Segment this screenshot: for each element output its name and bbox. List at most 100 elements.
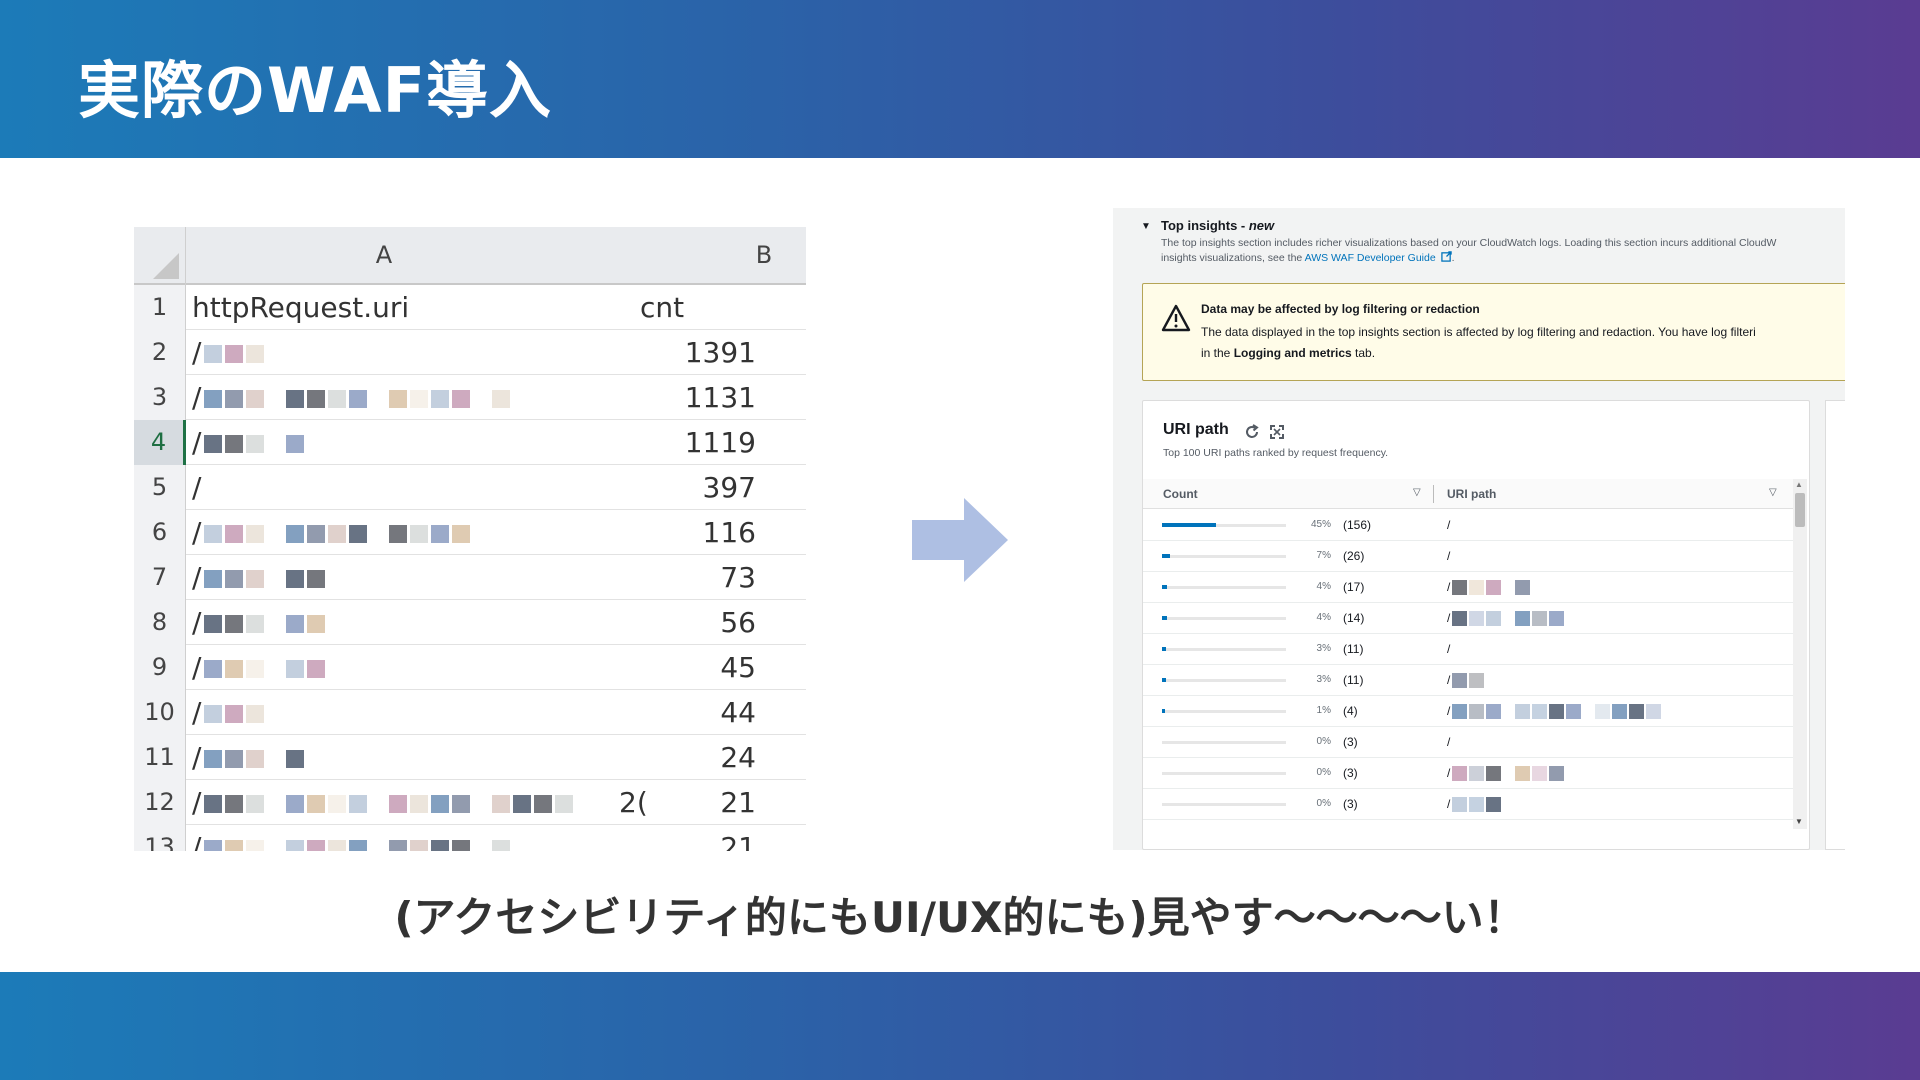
redacted-pixel: [225, 660, 244, 678]
redacted-pixel: [225, 795, 244, 813]
scroll-down-icon[interactable]: ▼: [1795, 817, 1803, 826]
scrollbar-thumb[interactable]: [1795, 493, 1805, 527]
row-number[interactable]: 10: [134, 690, 186, 735]
redacted-pixel: [1612, 704, 1628, 720]
sheet-row[interactable]: 2/ 1391: [134, 330, 806, 375]
uri-table-row[interactable]: 3% (11) /: [1143, 665, 1793, 696]
row-number[interactable]: 4: [134, 420, 186, 465]
uri-table-row[interactable]: 0% (3) /: [1143, 789, 1793, 820]
caret-down-icon[interactable]: ▼: [1141, 221, 1151, 232]
count-cell[interactable]: 56: [634, 600, 766, 645]
row-number[interactable]: 6: [134, 510, 186, 555]
count-cell[interactable]: 24: [634, 735, 766, 780]
count-cell[interactable]: 21: [634, 780, 766, 825]
row-number[interactable]: 7: [134, 555, 186, 600]
redacted-pixel: [513, 795, 532, 813]
sheet-row[interactable]: 10/ 44: [134, 690, 806, 735]
sheet-row[interactable]: 9/ 45: [134, 645, 806, 690]
uri-table-row[interactable]: 0% (3) /: [1143, 727, 1793, 758]
sort-icon[interactable]: ▽: [1769, 487, 1777, 498]
sheet-row[interactable]: 7/ 73: [134, 555, 806, 600]
external-link-icon[interactable]: [1440, 251, 1452, 262]
count-column-header[interactable]: Count: [1163, 487, 1198, 501]
uri-path-cell: /: [1447, 766, 1565, 782]
developer-guide-link[interactable]: AWS WAF Developer Guide: [1305, 252, 1436, 264]
column-header-b[interactable]: B: [744, 241, 784, 269]
sheet-row[interactable]: 4/ 1119: [134, 420, 806, 465]
scroll-up-icon[interactable]: ▲: [1795, 480, 1803, 489]
sort-icon[interactable]: ▽: [1413, 487, 1421, 498]
header-cell-b[interactable]: cnt: [634, 285, 766, 330]
redacted-pixel: [1549, 704, 1565, 720]
sheet-row[interactable]: 12/2(21: [134, 780, 806, 825]
column-header-a[interactable]: A: [334, 241, 434, 269]
sheet-row[interactable]: 11/ 24: [134, 735, 806, 780]
description-line-1: The top insights section includes richer…: [1161, 237, 1777, 249]
sheet-row[interactable]: 13 / 21: [134, 825, 806, 851]
sheet-row[interactable]: 1 httpRequest.uri cnt: [134, 285, 806, 330]
redacted-pixel: [1452, 704, 1468, 720]
redacted-pixel: [246, 795, 265, 813]
count-cell[interactable]: 44: [634, 690, 766, 735]
sheet-row[interactable]: 3/ 1131: [134, 375, 806, 420]
uri-path-cell: /: [1447, 642, 1450, 656]
sheet-row[interactable]: 5/ 397: [134, 465, 806, 510]
redacted-pixel: [246, 570, 265, 588]
redacted-pixel: [1515, 611, 1531, 627]
logging-metrics-tab-ref: Logging and metrics: [1233, 346, 1352, 360]
row-number[interactable]: 5: [134, 465, 186, 510]
count-cell[interactable]: 1131: [634, 375, 766, 420]
cell-text: /: [192, 381, 202, 414]
row-number[interactable]: 3: [134, 375, 186, 420]
expand-icon[interactable]: [1269, 424, 1285, 440]
percent-label: 0%: [1316, 798, 1331, 809]
column-divider[interactable]: [1433, 485, 1434, 503]
redacted-pixel: [431, 840, 450, 851]
redacted-pixel: [225, 705, 244, 723]
uri-table-row[interactable]: 45% (156) /: [1143, 510, 1793, 541]
uri-table-row[interactable]: 0% (3) /: [1143, 758, 1793, 789]
uri-table-header: Count ▽ URI path ▽: [1143, 479, 1793, 509]
count-cell[interactable]: 397: [634, 465, 766, 510]
redacted-pixel: [225, 435, 244, 453]
uri-table-row[interactable]: 4% (17) /: [1143, 572, 1793, 603]
redacted-pixel: [1452, 611, 1468, 627]
uri-table-row[interactable]: 4% (14) /: [1143, 603, 1793, 634]
arrow-right-icon: [912, 498, 1008, 582]
uri-table-row[interactable]: 7% (26) /: [1143, 541, 1793, 572]
uri-path-cell: /: [1447, 611, 1565, 627]
select-all-corner[interactable]: [134, 227, 186, 285]
row-number[interactable]: 12: [134, 780, 186, 825]
count-cell[interactable]: 73: [634, 555, 766, 600]
top-insights-description: The top insights section includes richer…: [1161, 236, 1841, 266]
redacted-pixel: [286, 615, 305, 633]
table-scrollbar[interactable]: [1793, 479, 1807, 829]
count-cell[interactable]: 21: [634, 825, 766, 851]
row-number[interactable]: 11: [134, 735, 186, 780]
count-label: (14): [1343, 611, 1365, 625]
redacted-pixel: [246, 615, 265, 633]
redacted-pixel: [307, 570, 326, 588]
count-cell[interactable]: 116: [634, 510, 766, 555]
uri-path-cell: /: [1447, 704, 1662, 720]
top-insights-title[interactable]: Top insights - new: [1161, 218, 1274, 233]
count-label: (11): [1343, 673, 1364, 687]
row-number[interactable]: 8: [134, 600, 186, 645]
row-number[interactable]: 2: [134, 330, 186, 375]
row-number[interactable]: 9: [134, 645, 186, 690]
sheet-row[interactable]: 6/ 116: [134, 510, 806, 555]
refresh-icon[interactable]: [1243, 423, 1261, 441]
redacted-pixel: [389, 390, 408, 408]
uri-table-row[interactable]: 1% (4) /: [1143, 696, 1793, 727]
adjacent-card: [1825, 400, 1845, 850]
sheet-row[interactable]: 8/ 56: [134, 600, 806, 645]
uri-column-header[interactable]: URI path: [1447, 487, 1496, 501]
count-bar-track: [1162, 554, 1286, 558]
count-cell[interactable]: 1391: [634, 330, 766, 375]
row-number[interactable]: 13: [134, 825, 186, 851]
uri-table-row[interactable]: 3% (11) /: [1143, 634, 1793, 665]
count-bar-track: [1162, 741, 1286, 744]
count-cell[interactable]: 1119: [634, 420, 766, 465]
row-number[interactable]: 1: [134, 285, 186, 330]
count-cell[interactable]: 45: [634, 645, 766, 690]
